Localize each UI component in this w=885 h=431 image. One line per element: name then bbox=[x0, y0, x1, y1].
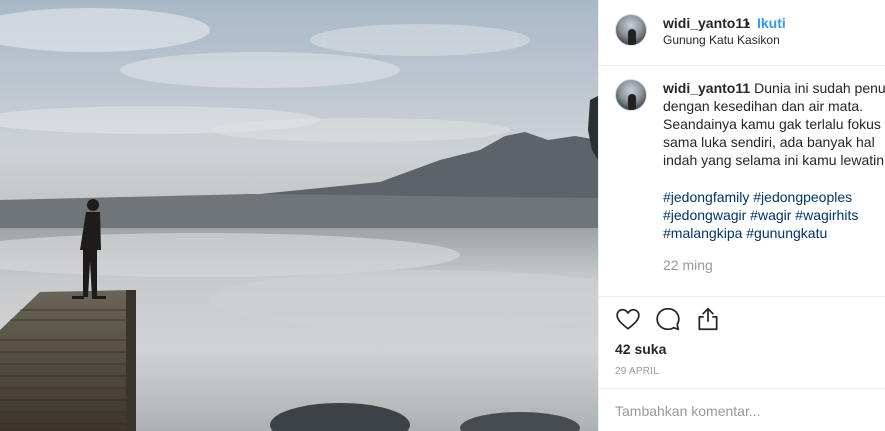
caption-author-avatar[interactable] bbox=[615, 79, 647, 111]
author-avatar[interactable] bbox=[615, 14, 647, 46]
hashtags: #jedongfamily #jedongpeoples #jedongwagi… bbox=[663, 188, 858, 242]
post-details-panel: widi_yanto11 • Ikuti Gunung Katu Kasikon… bbox=[598, 0, 885, 431]
caption-line-3: Seandainya kamu gak terlalu fokus bbox=[663, 116, 881, 132]
like-button[interactable] bbox=[615, 306, 643, 334]
follow-button[interactable]: Ikuti bbox=[757, 15, 786, 31]
caption-line-2: dengan kesedihan dan air mata. bbox=[663, 98, 864, 114]
photo-scene bbox=[0, 0, 598, 431]
caption-line-1: Dunia ini sudah penuh bbox=[754, 80, 885, 96]
author-username[interactable]: widi_yanto11 bbox=[663, 15, 750, 31]
hashtag-line-2[interactable]: #jedongwagir #wagir #wagirhits bbox=[663, 206, 858, 224]
caption-section: widi_yanto11 Dunia ini sudah penuh dengan… bbox=[599, 67, 885, 297]
hashtag-line-3[interactable]: #malangkipa #gunungkatu bbox=[663, 224, 858, 242]
caption-line-4: sama luka sendiri, ada banyak hal bbox=[663, 134, 875, 150]
likes-count[interactable]: 42 suka bbox=[615, 341, 666, 357]
action-bar: 42 suka 29 APRIL bbox=[599, 298, 885, 388]
add-comment-section bbox=[599, 388, 885, 431]
caption-author-username[interactable]: widi_yanto11 bbox=[663, 80, 750, 96]
post-header: widi_yanto11 • Ikuti Gunung Katu Kasikon bbox=[599, 0, 885, 66]
comment-input[interactable] bbox=[615, 401, 870, 421]
post-date[interactable]: 29 APRIL bbox=[615, 366, 659, 377]
comment-button[interactable] bbox=[655, 306, 683, 334]
comment-icon bbox=[656, 307, 680, 331]
post-photo[interactable] bbox=[0, 0, 598, 431]
share-button[interactable] bbox=[695, 306, 723, 334]
post-location[interactable]: Gunung Katu Kasikon bbox=[663, 33, 780, 47]
heart-icon bbox=[616, 308, 640, 330]
caption-text: widi_yanto11 Dunia ini sudah penuh dengan… bbox=[663, 79, 885, 169]
caption-timestamp[interactable]: 22 ming bbox=[663, 257, 713, 273]
hashtag-line-1[interactable]: #jedongfamily #jedongpeoples bbox=[663, 188, 858, 206]
share-icon bbox=[698, 307, 718, 331]
caption-line-5: indah yang selama ini kamu lewatin. bbox=[663, 152, 885, 168]
header-separator: • bbox=[745, 15, 750, 31]
